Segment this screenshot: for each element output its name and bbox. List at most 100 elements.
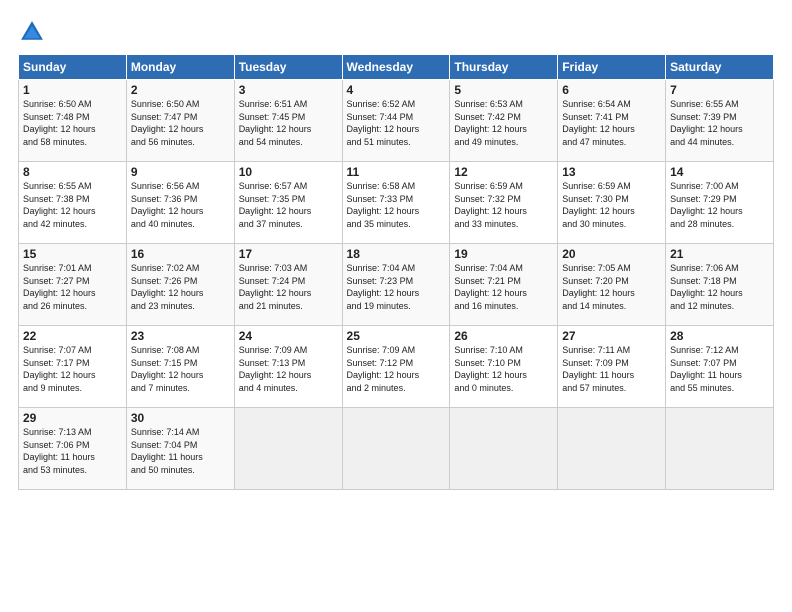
day-number: 16 [131, 247, 230, 261]
day-info: Sunrise: 7:02 AM Sunset: 7:26 PM Dayligh… [131, 262, 230, 312]
day-number: 1 [23, 83, 122, 97]
calendar-day-cell: 30Sunrise: 7:14 AM Sunset: 7:04 PM Dayli… [126, 408, 234, 490]
day-number: 19 [454, 247, 553, 261]
day-number: 8 [23, 165, 122, 179]
day-number: 15 [23, 247, 122, 261]
day-info: Sunrise: 7:09 AM Sunset: 7:13 PM Dayligh… [239, 344, 338, 394]
calendar-day-cell: 2Sunrise: 6:50 AM Sunset: 7:47 PM Daylig… [126, 80, 234, 162]
day-info: Sunrise: 7:09 AM Sunset: 7:12 PM Dayligh… [347, 344, 446, 394]
day-number: 28 [670, 329, 769, 343]
calendar-day-cell: 5Sunrise: 6:53 AM Sunset: 7:42 PM Daylig… [450, 80, 558, 162]
calendar-week-row: 1Sunrise: 6:50 AM Sunset: 7:48 PM Daylig… [19, 80, 774, 162]
calendar-day-cell: 28Sunrise: 7:12 AM Sunset: 7:07 PM Dayli… [666, 326, 774, 408]
calendar-day-cell: 27Sunrise: 7:11 AM Sunset: 7:09 PM Dayli… [558, 326, 666, 408]
day-info: Sunrise: 6:53 AM Sunset: 7:42 PM Dayligh… [454, 98, 553, 148]
day-number: 9 [131, 165, 230, 179]
calendar-day-cell: 10Sunrise: 6:57 AM Sunset: 7:35 PM Dayli… [234, 162, 342, 244]
calendar-day-cell: 23Sunrise: 7:08 AM Sunset: 7:15 PM Dayli… [126, 326, 234, 408]
day-number: 5 [454, 83, 553, 97]
calendar-day-cell: 22Sunrise: 7:07 AM Sunset: 7:17 PM Dayli… [19, 326, 127, 408]
day-number: 6 [562, 83, 661, 97]
weekday-header: Sunday [19, 55, 127, 80]
day-info: Sunrise: 7:10 AM Sunset: 7:10 PM Dayligh… [454, 344, 553, 394]
day-info: Sunrise: 6:51 AM Sunset: 7:45 PM Dayligh… [239, 98, 338, 148]
calendar-table: SundayMondayTuesdayWednesdayThursdayFrid… [18, 54, 774, 490]
calendar-day-cell: 25Sunrise: 7:09 AM Sunset: 7:12 PM Dayli… [342, 326, 450, 408]
day-number: 2 [131, 83, 230, 97]
day-number: 29 [23, 411, 122, 425]
calendar-week-row: 8Sunrise: 6:55 AM Sunset: 7:38 PM Daylig… [19, 162, 774, 244]
day-number: 18 [347, 247, 446, 261]
calendar-header: SundayMondayTuesdayWednesdayThursdayFrid… [19, 55, 774, 80]
calendar-day-cell: 3Sunrise: 6:51 AM Sunset: 7:45 PM Daylig… [234, 80, 342, 162]
day-number: 25 [347, 329, 446, 343]
calendar-day-cell: 16Sunrise: 7:02 AM Sunset: 7:26 PM Dayli… [126, 244, 234, 326]
calendar-day-cell: 6Sunrise: 6:54 AM Sunset: 7:41 PM Daylig… [558, 80, 666, 162]
day-info: Sunrise: 7:08 AM Sunset: 7:15 PM Dayligh… [131, 344, 230, 394]
calendar-week-row: 15Sunrise: 7:01 AM Sunset: 7:27 PM Dayli… [19, 244, 774, 326]
calendar-day-cell: 1Sunrise: 6:50 AM Sunset: 7:48 PM Daylig… [19, 80, 127, 162]
day-number: 4 [347, 83, 446, 97]
day-info: Sunrise: 7:00 AM Sunset: 7:29 PM Dayligh… [670, 180, 769, 230]
calendar-day-cell: 15Sunrise: 7:01 AM Sunset: 7:27 PM Dayli… [19, 244, 127, 326]
day-info: Sunrise: 6:59 AM Sunset: 7:32 PM Dayligh… [454, 180, 553, 230]
calendar-day-cell: 21Sunrise: 7:06 AM Sunset: 7:18 PM Dayli… [666, 244, 774, 326]
calendar-day-cell: 13Sunrise: 6:59 AM Sunset: 7:30 PM Dayli… [558, 162, 666, 244]
day-info: Sunrise: 6:58 AM Sunset: 7:33 PM Dayligh… [347, 180, 446, 230]
weekday-header: Wednesday [342, 55, 450, 80]
calendar-week-row: 22Sunrise: 7:07 AM Sunset: 7:17 PM Dayli… [19, 326, 774, 408]
day-info: Sunrise: 7:01 AM Sunset: 7:27 PM Dayligh… [23, 262, 122, 312]
calendar-day-cell [450, 408, 558, 490]
calendar-day-cell: 8Sunrise: 6:55 AM Sunset: 7:38 PM Daylig… [19, 162, 127, 244]
day-number: 10 [239, 165, 338, 179]
day-info: Sunrise: 7:03 AM Sunset: 7:24 PM Dayligh… [239, 262, 338, 312]
day-info: Sunrise: 6:50 AM Sunset: 7:47 PM Dayligh… [131, 98, 230, 148]
day-number: 12 [454, 165, 553, 179]
day-info: Sunrise: 6:56 AM Sunset: 7:36 PM Dayligh… [131, 180, 230, 230]
calendar-day-cell: 29Sunrise: 7:13 AM Sunset: 7:06 PM Dayli… [19, 408, 127, 490]
calendar-day-cell [666, 408, 774, 490]
weekday-header: Tuesday [234, 55, 342, 80]
logo-icon [18, 18, 46, 46]
day-number: 14 [670, 165, 769, 179]
day-info: Sunrise: 6:55 AM Sunset: 7:38 PM Dayligh… [23, 180, 122, 230]
calendar-day-cell: 9Sunrise: 6:56 AM Sunset: 7:36 PM Daylig… [126, 162, 234, 244]
day-info: Sunrise: 7:14 AM Sunset: 7:04 PM Dayligh… [131, 426, 230, 476]
day-number: 23 [131, 329, 230, 343]
day-info: Sunrise: 7:06 AM Sunset: 7:18 PM Dayligh… [670, 262, 769, 312]
day-info: Sunrise: 7:04 AM Sunset: 7:21 PM Dayligh… [454, 262, 553, 312]
day-number: 13 [562, 165, 661, 179]
day-info: Sunrise: 6:55 AM Sunset: 7:39 PM Dayligh… [670, 98, 769, 148]
weekday-header: Friday [558, 55, 666, 80]
day-info: Sunrise: 6:50 AM Sunset: 7:48 PM Dayligh… [23, 98, 122, 148]
day-info: Sunrise: 7:12 AM Sunset: 7:07 PM Dayligh… [670, 344, 769, 394]
calendar-day-cell: 26Sunrise: 7:10 AM Sunset: 7:10 PM Dayli… [450, 326, 558, 408]
day-number: 3 [239, 83, 338, 97]
calendar-day-cell: 11Sunrise: 6:58 AM Sunset: 7:33 PM Dayli… [342, 162, 450, 244]
calendar-day-cell [234, 408, 342, 490]
calendar-day-cell [342, 408, 450, 490]
calendar-week-row: 29Sunrise: 7:13 AM Sunset: 7:06 PM Dayli… [19, 408, 774, 490]
weekday-header: Thursday [450, 55, 558, 80]
day-info: Sunrise: 6:59 AM Sunset: 7:30 PM Dayligh… [562, 180, 661, 230]
calendar-day-cell: 19Sunrise: 7:04 AM Sunset: 7:21 PM Dayli… [450, 244, 558, 326]
calendar-body: 1Sunrise: 6:50 AM Sunset: 7:48 PM Daylig… [19, 80, 774, 490]
day-number: 26 [454, 329, 553, 343]
weekday-header: Monday [126, 55, 234, 80]
weekday-header: Saturday [666, 55, 774, 80]
calendar-day-cell: 17Sunrise: 7:03 AM Sunset: 7:24 PM Dayli… [234, 244, 342, 326]
calendar-day-cell: 7Sunrise: 6:55 AM Sunset: 7:39 PM Daylig… [666, 80, 774, 162]
day-info: Sunrise: 6:57 AM Sunset: 7:35 PM Dayligh… [239, 180, 338, 230]
day-number: 20 [562, 247, 661, 261]
day-info: Sunrise: 7:04 AM Sunset: 7:23 PM Dayligh… [347, 262, 446, 312]
day-number: 11 [347, 165, 446, 179]
calendar-day-cell: 20Sunrise: 7:05 AM Sunset: 7:20 PM Dayli… [558, 244, 666, 326]
calendar-day-cell: 18Sunrise: 7:04 AM Sunset: 7:23 PM Dayli… [342, 244, 450, 326]
page: SundayMondayTuesdayWednesdayThursdayFrid… [0, 0, 792, 612]
logo [18, 18, 50, 46]
calendar-day-cell: 4Sunrise: 6:52 AM Sunset: 7:44 PM Daylig… [342, 80, 450, 162]
day-info: Sunrise: 7:05 AM Sunset: 7:20 PM Dayligh… [562, 262, 661, 312]
day-number: 17 [239, 247, 338, 261]
day-number: 27 [562, 329, 661, 343]
day-info: Sunrise: 6:52 AM Sunset: 7:44 PM Dayligh… [347, 98, 446, 148]
